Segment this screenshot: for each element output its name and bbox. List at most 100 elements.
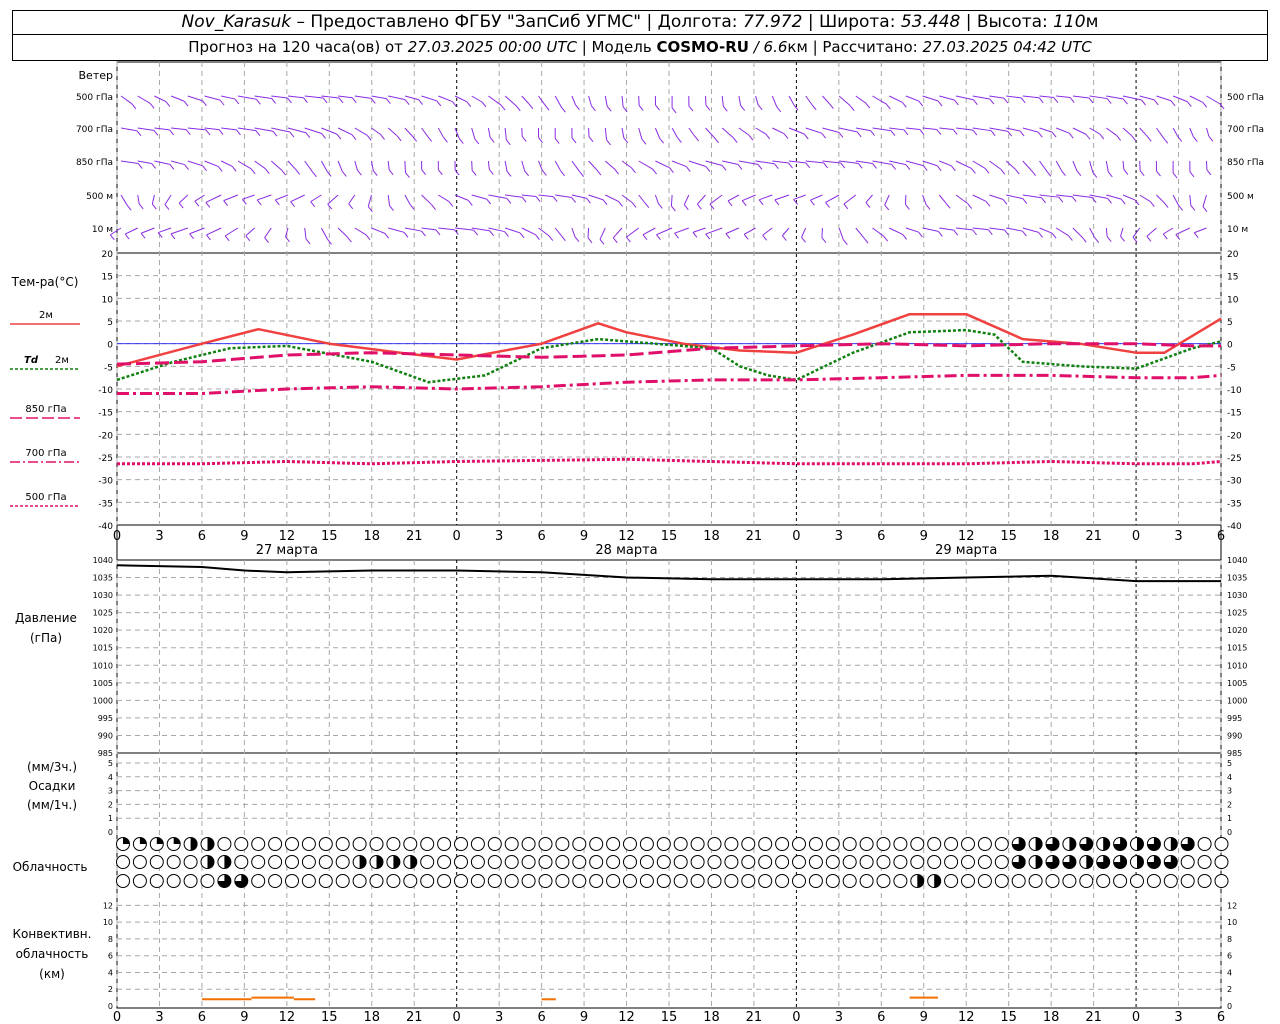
wind-barb-feather bbox=[255, 130, 261, 136]
wind-barb-feather bbox=[1067, 235, 1073, 241]
wind-barb-feather bbox=[591, 105, 596, 112]
wind-barb bbox=[170, 227, 188, 235]
cloud-cover-fill bbox=[376, 855, 384, 869]
wind-barb bbox=[270, 160, 283, 171]
wind-barb bbox=[237, 127, 257, 132]
wind-barb-feather bbox=[987, 229, 993, 235]
wind-barb bbox=[1089, 127, 1101, 135]
wind-barb-feather bbox=[891, 164, 897, 170]
cloud-cover-fill bbox=[1035, 837, 1043, 851]
cloud-cell bbox=[792, 874, 806, 888]
wind-barb-feather bbox=[264, 237, 269, 244]
wind-barb-feather bbox=[919, 129, 925, 135]
wind-barb bbox=[1039, 127, 1053, 133]
wind-barb bbox=[939, 95, 955, 101]
wind-barb bbox=[304, 95, 324, 99]
wind-barb-feather bbox=[776, 106, 782, 113]
cloud-cell bbox=[944, 855, 959, 869]
cloud-cover-fill bbox=[917, 874, 924, 888]
wind-barb-feather bbox=[385, 98, 391, 104]
precip-ytick-right: 1 bbox=[1227, 814, 1232, 823]
wind-barb-feather bbox=[486, 198, 492, 205]
wind-barb-feather bbox=[305, 238, 311, 245]
wind-barb bbox=[257, 194, 272, 201]
wind-barb-feather bbox=[1022, 198, 1028, 204]
wind-barb bbox=[989, 194, 1004, 200]
x-tick-label: 9 bbox=[580, 529, 588, 544]
wind-barb bbox=[1155, 127, 1165, 139]
wind-barb bbox=[888, 95, 903, 103]
conv-ytick-left: 6 bbox=[108, 952, 113, 961]
wind-barb-feather bbox=[488, 169, 494, 175]
wind-barb bbox=[1039, 227, 1053, 234]
wind-barb-feather bbox=[169, 129, 175, 136]
wind-barb-feather bbox=[945, 202, 951, 209]
wind-barb bbox=[671, 127, 678, 138]
cloud-cell bbox=[1214, 874, 1229, 888]
wind-barb bbox=[696, 194, 706, 205]
wind-barb-feather bbox=[348, 203, 354, 210]
wind-barb-feather bbox=[560, 170, 566, 177]
wind-barb-feather bbox=[705, 166, 711, 172]
wind-barb-feather bbox=[810, 199, 815, 206]
wind-barb bbox=[654, 127, 661, 139]
wind-barb bbox=[674, 227, 689, 234]
wind-barb bbox=[421, 194, 432, 206]
wind-barb-feather bbox=[1106, 236, 1112, 243]
wind-barb bbox=[843, 194, 857, 205]
wind-barb-feather bbox=[905, 164, 911, 170]
cloud-cell bbox=[318, 837, 333, 851]
wind-barb-feather bbox=[467, 200, 473, 206]
wind-barb bbox=[488, 227, 505, 233]
pressure-ytick-left: 1040 bbox=[93, 556, 113, 565]
wind-barb-feather bbox=[295, 169, 301, 175]
cloud-cell bbox=[1197, 855, 1212, 869]
wind-barb-feather bbox=[1178, 205, 1184, 211]
cloud-cell bbox=[538, 837, 553, 851]
wind-barb-feather bbox=[865, 202, 871, 208]
cloud-cell bbox=[166, 874, 181, 888]
wind-barb bbox=[855, 227, 865, 239]
cloud-cell bbox=[318, 855, 333, 869]
wind-barb bbox=[725, 227, 740, 235]
wind-barb-feather bbox=[840, 162, 846, 169]
wind-barb bbox=[905, 227, 919, 233]
cloud-cell bbox=[707, 855, 722, 869]
wind-barb-feather bbox=[1031, 170, 1037, 177]
precip-title: Осадки bbox=[29, 779, 76, 793]
wind-barb bbox=[772, 127, 785, 135]
wind-barb-feather bbox=[721, 165, 727, 171]
wind-barb bbox=[727, 194, 740, 202]
wind-barb bbox=[487, 160, 490, 170]
wind-barb bbox=[1139, 194, 1151, 203]
temp-legend-label: Td bbox=[24, 355, 39, 366]
wind-barb-feather bbox=[473, 229, 479, 236]
wind-barb-feather bbox=[783, 133, 789, 139]
wind-barb-feather bbox=[606, 139, 611, 146]
conv-ytick-right: 4 bbox=[1227, 968, 1232, 977]
wind-barb bbox=[604, 160, 615, 170]
wind-barb-feather bbox=[418, 99, 423, 105]
wind-barb bbox=[1072, 194, 1093, 199]
cloud-cell bbox=[977, 837, 992, 851]
wind-barb-feather bbox=[109, 234, 115, 241]
wind-barb-feather bbox=[548, 235, 554, 241]
wind-barb-feather bbox=[515, 105, 521, 112]
cloud-cell bbox=[268, 855, 283, 869]
cloud-cell bbox=[1180, 874, 1195, 888]
wind-barb bbox=[955, 127, 973, 131]
cloud-cell bbox=[1146, 874, 1161, 888]
cloud-cell bbox=[724, 874, 739, 888]
x-tick-label-bottom: 21 bbox=[1085, 1010, 1102, 1024]
wind-barb-feather bbox=[659, 137, 664, 144]
wind-barb bbox=[972, 227, 989, 231]
wind-barb bbox=[504, 95, 517, 107]
wind-barb bbox=[772, 160, 789, 164]
wind-barb-feather bbox=[884, 204, 890, 211]
temp-ytick-left: -5 bbox=[104, 363, 113, 373]
wind-barb bbox=[371, 95, 387, 100]
wind-barb-feather bbox=[322, 97, 328, 104]
wind-barb bbox=[922, 227, 939, 232]
wind-barb bbox=[1072, 127, 1087, 135]
wind-barb bbox=[588, 194, 604, 201]
